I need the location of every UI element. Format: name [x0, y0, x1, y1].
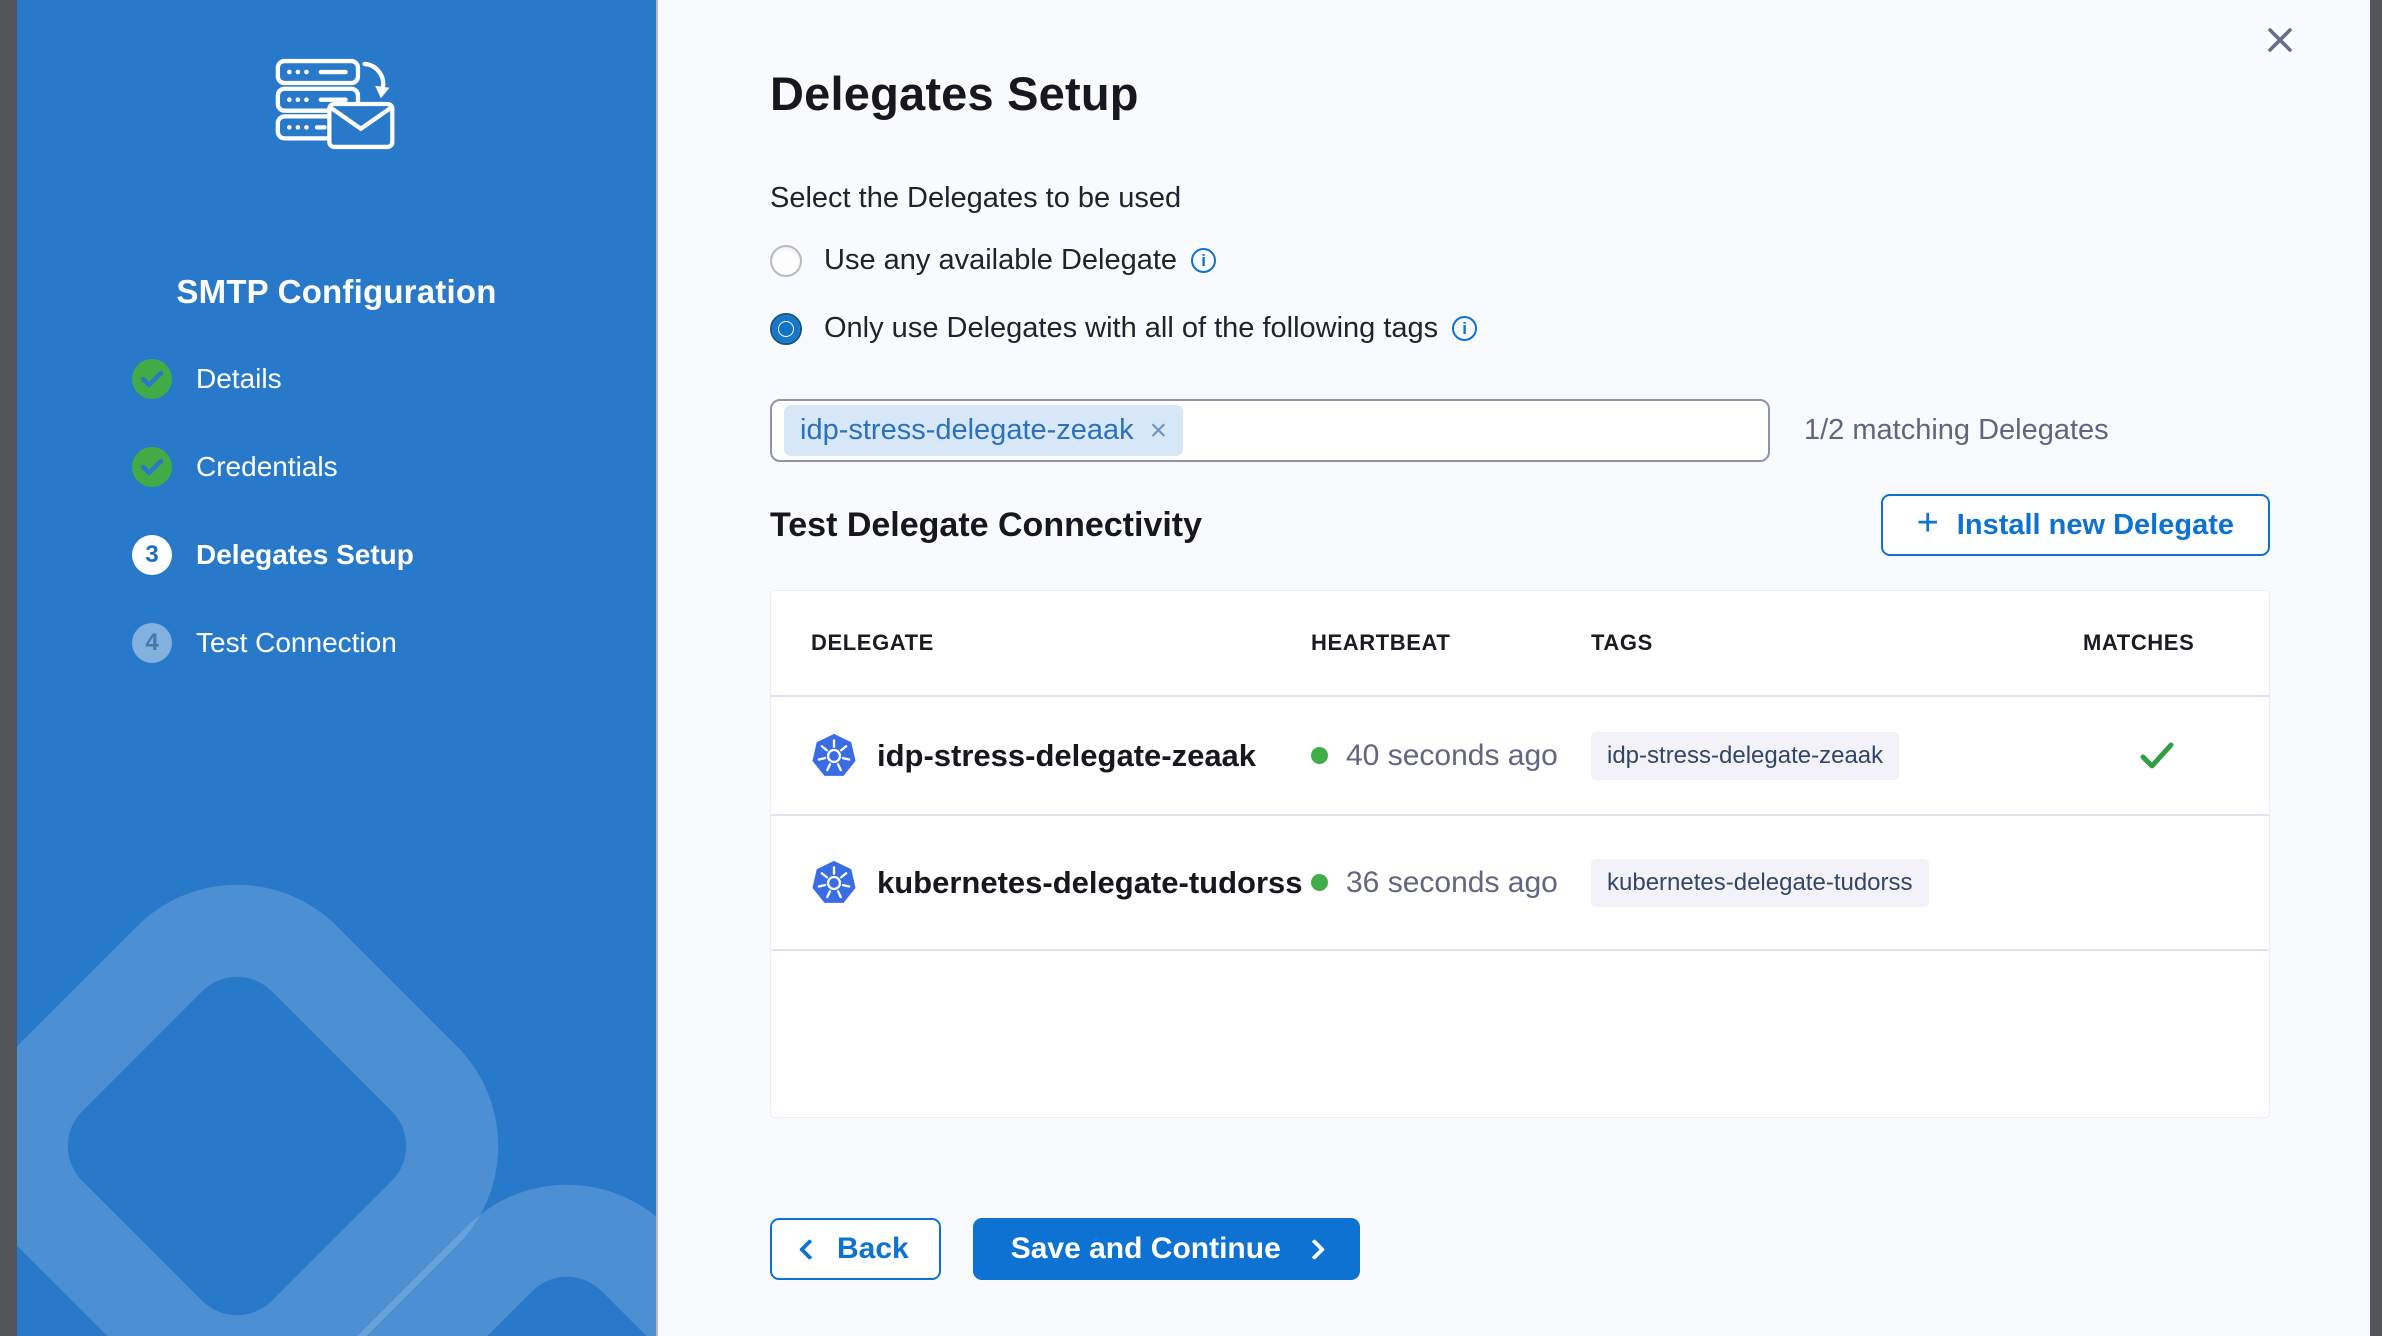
delegate-tags-input[interactable]: idp-stress-delegate-zeaak × [770, 399, 1770, 462]
install-new-delegate-button[interactable]: + Install new Delegate [1881, 494, 2270, 556]
section-title: Test Delegate Connectivity [770, 506, 1202, 545]
delegate-name: kubernetes-delegate-tudorss [877, 865, 1303, 901]
table-header-row: DELEGATE HEARTBEAT TAGS MATCHES [771, 591, 2269, 695]
step-label: Credentials [196, 451, 338, 483]
info-icon[interactable]: i [1191, 248, 1216, 273]
radio-unselected-icon[interactable] [770, 245, 802, 277]
column-header-delegate: DELEGATE [811, 630, 1311, 656]
column-header-heartbeat: HEARTBEAT [1311, 630, 1591, 656]
chevron-right-icon [1304, 1238, 1325, 1259]
column-header-matches: MATCHES [2083, 630, 2231, 656]
smtp-configuration-modal: SMTP Configuration Details Credentials 3… [17, 0, 2370, 1336]
heartbeat-text: 40 seconds ago [1346, 739, 1558, 773]
radio-label: Only use Delegates with all of the follo… [824, 312, 1438, 345]
step-label: Details [196, 363, 282, 395]
tag-chip: idp-stress-delegate-zeaak × [784, 405, 1183, 456]
table-divider [771, 949, 2269, 951]
radio-use-tagged-delegates[interactable]: Only use Delegates with all of the follo… [770, 312, 1477, 345]
delegate-tag: idp-stress-delegate-zeaak [1591, 732, 1899, 780]
matching-delegates-count: 1/2 matching Delegates [1804, 414, 2109, 447]
back-button[interactable]: Back [770, 1218, 941, 1280]
step-label: Delegates Setup [196, 539, 414, 571]
close-icon[interactable] [2262, 22, 2298, 58]
heartbeat-dot [1311, 747, 1328, 764]
radio-use-any-delegate[interactable]: Use any available Delegate i [770, 244, 1216, 277]
tag-selection-row: idp-stress-delegate-zeaak × 1/2 matching… [770, 399, 2109, 462]
remove-tag-icon[interactable]: × [1150, 416, 1168, 446]
radio-selected-icon[interactable] [770, 313, 802, 345]
wizard-title: SMTP Configuration [17, 273, 656, 311]
save-and-continue-button[interactable]: Save and Continue [973, 1218, 1360, 1280]
delegate-name: idp-stress-delegate-zeaak [877, 738, 1256, 774]
kubernetes-icon [811, 860, 857, 906]
delegates-table: DELEGATE HEARTBEAT TAGS MATCHES [770, 590, 2270, 1118]
step-complete-icon [132, 359, 172, 399]
brand-watermark [17, 866, 658, 1336]
delegates-setup-panel: Delegates Setup Select the Delegates to … [658, 0, 2370, 1336]
step-credentials[interactable]: Credentials [132, 440, 414, 494]
step-number-badge: 3 [132, 535, 172, 575]
heartbeat-text: 36 seconds ago [1346, 866, 1558, 900]
radio-label: Use any available Delegate [824, 244, 1177, 277]
step-delegates-setup[interactable]: 3 Delegates Setup [132, 528, 414, 582]
step-test-connection[interactable]: 4 Test Connection [132, 616, 414, 670]
wizard-steps: Details Credentials 3 Delegates Setup 4 … [132, 352, 414, 704]
step-details[interactable]: Details [132, 352, 414, 406]
kubernetes-icon [811, 733, 857, 779]
column-header-tags: TAGS [1591, 630, 2083, 656]
table-row[interactable]: kubernetes-delegate-tudorss 36 seconds a… [771, 816, 2269, 949]
smtp-icon [275, 58, 399, 150]
tag-chip-label: idp-stress-delegate-zeaak [800, 414, 1134, 447]
heartbeat-dot [1311, 874, 1328, 891]
step-complete-icon [132, 447, 172, 487]
chevron-left-icon [799, 1238, 820, 1259]
check-icon [2140, 742, 2174, 770]
page-subtitle: Select the Delegates to be used [770, 182, 1181, 215]
info-icon[interactable]: i [1452, 316, 1477, 341]
delegate-tag: kubernetes-delegate-tudorss [1591, 859, 1929, 907]
step-number-badge: 4 [132, 623, 172, 663]
plus-icon: + [1917, 504, 1939, 542]
wizard-sidebar: SMTP Configuration Details Credentials 3… [17, 0, 658, 1336]
back-button-label: Back [837, 1232, 909, 1266]
table-row[interactable]: idp-stress-delegate-zeaak 40 seconds ago… [771, 697, 2269, 814]
save-button-label: Save and Continue [1011, 1232, 1281, 1266]
step-label: Test Connection [196, 627, 397, 659]
page-title: Delegates Setup [770, 66, 1139, 121]
install-button-label: Install new Delegate [1957, 509, 2234, 542]
